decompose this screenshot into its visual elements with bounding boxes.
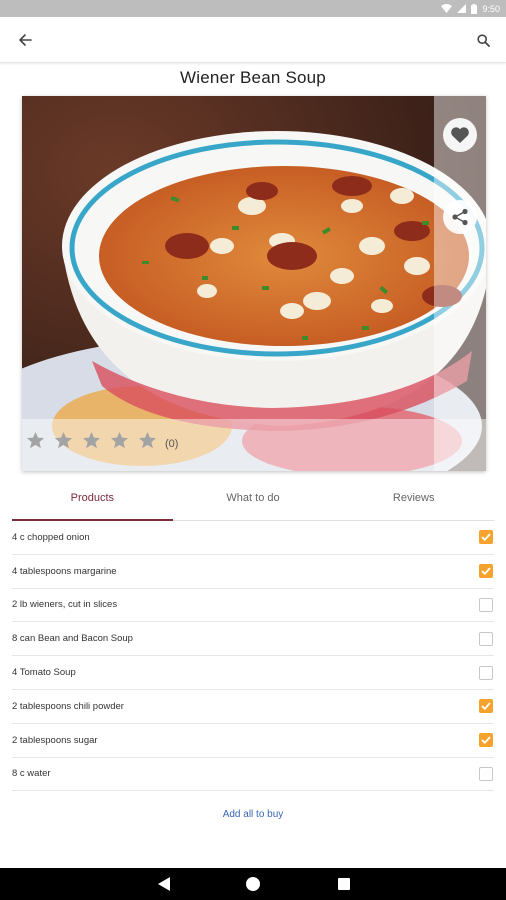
share-button[interactable] (443, 200, 477, 234)
tab-what-to-do[interactable]: What to do (173, 484, 334, 520)
app-bar (0, 17, 506, 63)
ingredient-text: 2 lb wieners, cut in slices (12, 599, 118, 611)
star-icon[interactable] (110, 431, 129, 450)
ingredient-row[interactable]: 2 lb wieners, cut in slices (12, 589, 494, 623)
check-icon (481, 702, 491, 711)
ingredient-text: 2 tablespoons chili powder (12, 700, 124, 712)
recipe-title: Wiener Bean Soup (180, 68, 326, 87)
check-icon (481, 567, 491, 576)
ingredient-text: 2 tablespoons sugar (12, 734, 98, 746)
ingredient-text: 8 can Bean and Bacon Soup (12, 633, 133, 645)
add-all-to-buy-link[interactable]: Add all to buy (0, 809, 506, 820)
soup-photo (22, 96, 486, 471)
nav-recents-icon[interactable] (338, 878, 350, 890)
search-icon (476, 33, 490, 47)
battery-icon (471, 3, 478, 14)
rating-count: (0) (165, 438, 179, 450)
status-time: 9:50 (482, 3, 500, 14)
star-icon[interactable] (26, 431, 45, 450)
star-icon[interactable] (138, 431, 157, 450)
share-icon (452, 208, 468, 226)
ingredient-text: 4 c chopped onion (12, 531, 90, 543)
rating-stars[interactable] (26, 431, 157, 450)
check-icon (481, 533, 491, 542)
search-button[interactable] (472, 29, 494, 51)
recipe-tabs: Products What to do Reviews (12, 484, 494, 521)
ingredient-row[interactable]: 8 can Bean and Bacon Soup (12, 622, 494, 657)
ingredients-list: 4 c chopped onion 4 tablespoons margarin… (12, 521, 494, 792)
ingredient-checkbox[interactable] (479, 766, 493, 781)
ingredient-text: 4 Tomato Soup (12, 667, 76, 679)
check-icon (481, 736, 491, 745)
heart-icon (451, 127, 469, 143)
ingredient-checkbox[interactable] (479, 665, 493, 680)
back-button[interactable] (14, 29, 36, 51)
ingredient-row[interactable]: 4 c chopped onion (12, 521, 494, 555)
star-icon[interactable] (54, 431, 73, 450)
ingredient-checkbox[interactable] (479, 564, 493, 579)
status-icons: 9:50 (441, 2, 500, 15)
signal-icon (457, 4, 467, 13)
ingredient-row[interactable]: 4 tablespoons margarine (12, 555, 494, 589)
ingredient-row[interactable]: 4 Tomato Soup (12, 656, 494, 690)
system-nav-bar (0, 868, 506, 900)
ingredient-checkbox[interactable] (479, 733, 493, 748)
recipe-photo-card: (0) (22, 96, 486, 471)
ingredient-checkbox[interactable] (479, 530, 493, 545)
ingredient-text: 4 tablespoons margarine (12, 565, 117, 577)
star-icon[interactable] (82, 431, 101, 450)
ingredient-row[interactable]: 2 tablespoons chili powder (12, 690, 494, 724)
rating-strip: (0) (22, 419, 486, 471)
wifi-icon (441, 4, 453, 13)
photo-actions-strip (434, 96, 486, 471)
ingredient-checkbox[interactable] (479, 699, 493, 714)
tab-reviews[interactable]: Reviews (333, 484, 494, 520)
tab-products[interactable]: Products (12, 484, 173, 521)
status-bar: 9:50 (0, 0, 506, 17)
ingredient-text: 8 c water (12, 768, 51, 780)
ingredient-checkbox[interactable] (479, 597, 493, 612)
ingredient-row[interactable]: 8 c water (12, 758, 494, 792)
arrow-back-icon (19, 34, 32, 46)
ingredient-row[interactable]: 2 tablespoons sugar (12, 724, 494, 758)
nav-back-icon[interactable] (158, 877, 170, 891)
favorite-button[interactable] (443, 118, 477, 152)
nav-home-icon[interactable] (246, 877, 260, 891)
ingredient-checkbox[interactable] (479, 631, 493, 646)
